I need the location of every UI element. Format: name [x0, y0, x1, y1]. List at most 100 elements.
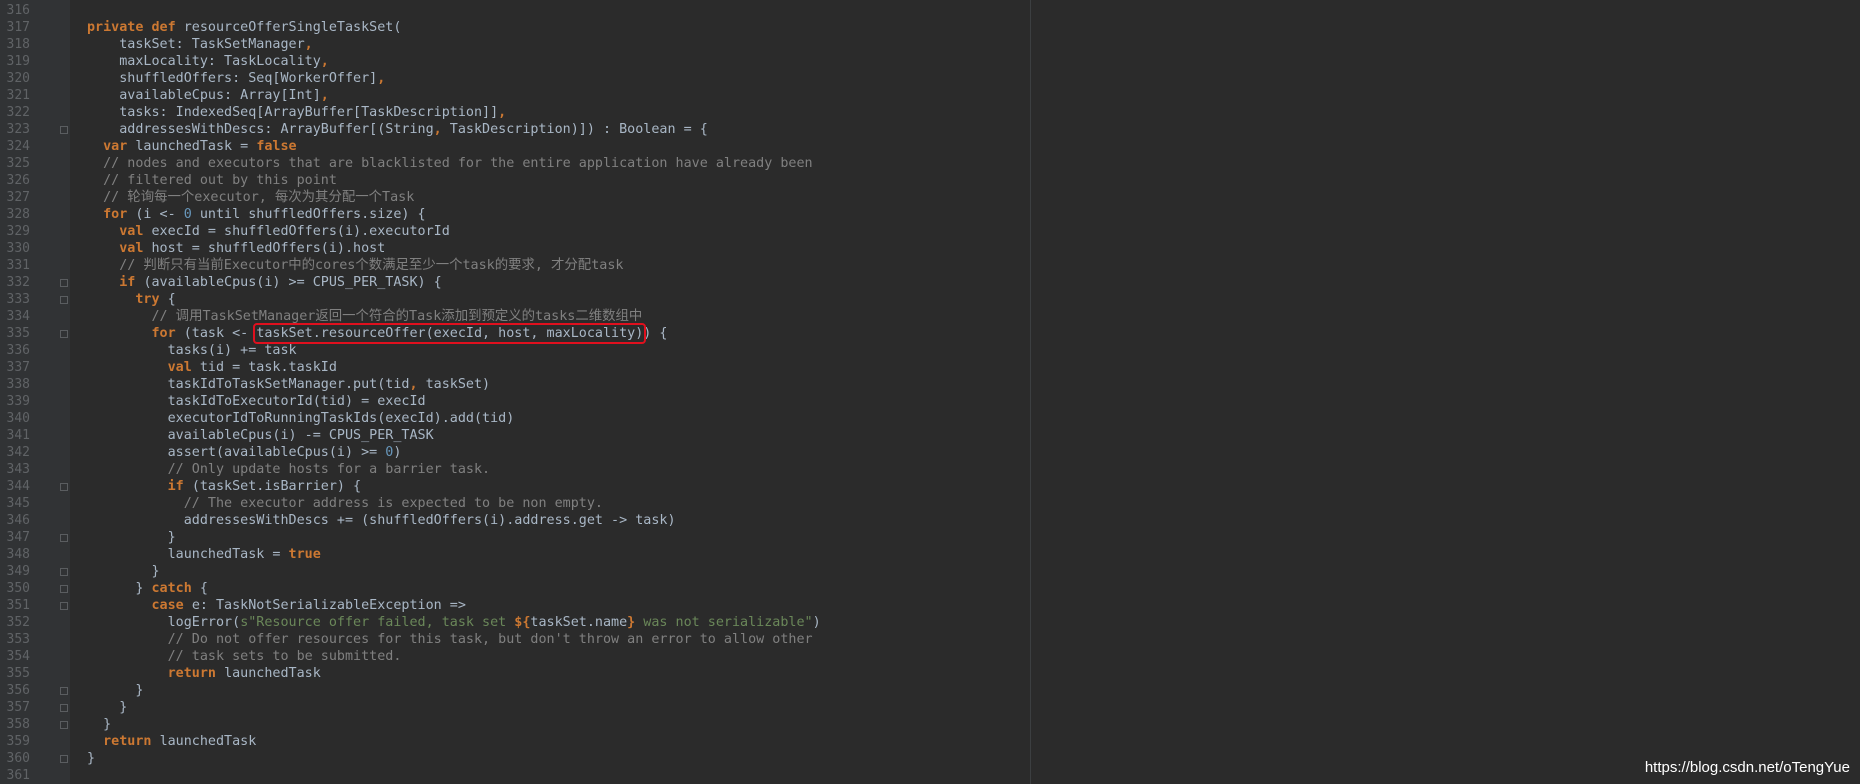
code-line[interactable]: } — [87, 716, 111, 733]
code-line[interactable]: if (taskSet.isBarrier) { — [87, 478, 362, 495]
line-number: 337 — [6, 360, 30, 375]
line-number: 344 — [6, 479, 30, 494]
fold-marker-icon[interactable] — [60, 602, 68, 610]
code-line[interactable]: // 判断只有当前Executor中的cores个数满足至少一个task的要求,… — [87, 257, 623, 274]
code-line[interactable]: availableCpus: Array[Int], — [87, 87, 329, 104]
code-line[interactable]: // Only update hosts for a barrier task. — [87, 461, 490, 478]
code-token: tid = task.taskId — [199, 360, 337, 375]
code-line[interactable]: val tid = task.taskId — [87, 359, 337, 376]
code-line[interactable]: tasks: IndexedSeq[ArrayBuffer[TaskDescri… — [87, 104, 506, 121]
code-token: taskIdToExecutorId(tid) = execId — [87, 394, 426, 409]
fold-marker-icon[interactable] — [60, 126, 68, 134]
fold-marker-icon[interactable] — [60, 585, 68, 593]
fold-marker-icon[interactable] — [60, 568, 68, 576]
code-line[interactable]: val execId = shuffledOffers(i).executorI… — [87, 223, 450, 240]
code-line[interactable]: taskIdToTaskSetManager.put(tid, taskSet) — [87, 376, 491, 393]
fold-marker-icon[interactable] — [60, 330, 68, 338]
code-line[interactable]: for (task <- taskSet.resourceOffer(execI… — [87, 323, 668, 344]
line-number: 324 — [6, 139, 30, 154]
code-line[interactable]: tasks(i) += task — [87, 342, 297, 359]
code-token: // 调用TaskSetManager返回一个符合的Task添加到预定义的tas… — [87, 309, 643, 324]
code-token: ) { — [643, 326, 668, 341]
fold-marker-icon[interactable] — [60, 721, 68, 729]
line-number: 341 — [6, 428, 30, 443]
line-number: 340 — [6, 411, 30, 426]
code-line[interactable]: } — [87, 563, 160, 580]
code-line[interactable]: private def resourceOfferSingleTaskSet( — [87, 19, 401, 36]
code-line[interactable]: } catch { — [87, 580, 208, 597]
fold-marker-icon[interactable] — [60, 704, 68, 712]
code-line[interactable]: // The executor address is expected to b… — [87, 495, 603, 512]
line-number: 333 — [6, 292, 30, 307]
code-line[interactable]: // nodes and executors that are blacklis… — [87, 155, 812, 172]
code-line[interactable]: val host = shuffledOffers(i).host — [87, 240, 385, 257]
code-token: availableCpus(i) -= CPUS_PER_TASK — [87, 428, 434, 443]
code-line[interactable]: availableCpus(i) -= CPUS_PER_TASK — [87, 427, 434, 444]
code-token: taskSet: TaskSetManager — [87, 37, 305, 52]
line-number: 319 — [6, 54, 30, 69]
fold-marker-icon[interactable] — [60, 279, 68, 287]
code-token: } — [87, 751, 96, 766]
code-token: return — [103, 734, 160, 749]
code-token: , — [433, 122, 450, 137]
fold-marker-icon[interactable] — [60, 483, 68, 491]
code-line[interactable]: } — [87, 699, 127, 716]
code-token: // Do not offer resources for this task,… — [87, 632, 813, 647]
code-token: // Only update hosts for a barrier task. — [87, 462, 491, 477]
code-line[interactable]: launchedTask = true — [87, 546, 321, 563]
code-line[interactable]: case e: TaskNotSerializableException => — [87, 597, 466, 614]
line-number: 330 — [6, 241, 30, 256]
line-number: 358 — [6, 717, 30, 732]
code-line[interactable]: executorIdToRunningTaskIds(execId).add(t… — [87, 410, 515, 427]
code-token: shuffledOffers: Seq[WorkerOffer] — [87, 71, 378, 86]
code-token: was not serializable" — [635, 615, 813, 630]
fold-marker-icon[interactable] — [60, 755, 68, 763]
code-line[interactable]: // 轮询每一个executor, 每次为其分配一个Task — [87, 189, 414, 206]
code-token: until shuffledOffers.size) { — [191, 207, 426, 222]
code-line[interactable]: // Do not offer resources for this task,… — [87, 631, 813, 648]
code-line[interactable]: // 调用TaskSetManager返回一个符合的Task添加到预定义的tas… — [87, 308, 642, 325]
code-line[interactable]: // filtered out by this point — [87, 172, 337, 189]
line-number: 316 — [6, 3, 30, 18]
code-line[interactable]: logError(s"Resource offer failed, task s… — [87, 614, 821, 631]
code-token: (taskSet.isBarrier) { — [191, 479, 362, 494]
code-token: , — [304, 37, 313, 52]
line-number: 321 — [6, 88, 30, 103]
code-token: } — [87, 564, 160, 579]
code-line[interactable]: return launchedTask — [87, 665, 321, 682]
code-line[interactable]: // task sets to be submitted. — [87, 648, 402, 665]
code-line[interactable]: if (availableCpus(i) >= CPUS_PER_TASK) { — [87, 274, 441, 291]
code-line[interactable]: var launchedTask = false — [87, 138, 297, 155]
code-token: launchedTask — [224, 666, 321, 681]
code-line[interactable]: try { — [87, 291, 175, 308]
code-line[interactable]: for (i <- 0 until shuffledOffers.size) { — [87, 206, 426, 223]
code-line[interactable]: } — [87, 750, 95, 767]
code-token: false — [256, 139, 297, 154]
code-token: taskSet.name — [530, 615, 628, 630]
code-token: var — [103, 139, 136, 154]
code-line[interactable]: assert(availableCpus(i) >= 0) — [87, 444, 402, 461]
code-line[interactable]: } — [87, 682, 143, 699]
code-line[interactable]: taskSet: TaskSetManager, — [87, 36, 313, 53]
code-token: } — [87, 700, 128, 715]
code-line[interactable]: shuffledOffers: Seq[WorkerOffer], — [87, 70, 385, 87]
code-token: ) — [812, 615, 821, 630]
code-line[interactable]: maxLocality: TaskLocality, — [87, 53, 329, 70]
fold-marker-icon[interactable] — [60, 296, 68, 304]
code-line[interactable]: addressesWithDescs += (shuffledOffers(i)… — [87, 512, 676, 529]
code-token: availableCpus: Array[Int] — [87, 88, 321, 103]
code-token: taskSet) — [425, 377, 491, 392]
fold-marker-icon[interactable] — [60, 687, 68, 695]
code-line[interactable]: } — [87, 529, 176, 546]
code-token: val — [167, 360, 200, 375]
code-token: , — [498, 105, 507, 120]
code-line[interactable]: return launchedTask — [87, 733, 256, 750]
code-editor[interactable]: 316 317 318 319 320 321 322 323 324 325 326 327 328 3… — [0, 0, 1860, 784]
fold-marker-icon[interactable] — [60, 534, 68, 542]
code-line[interactable]: addressesWithDescs: ArrayBuffer[(String,… — [87, 121, 708, 138]
code-line[interactable]: taskIdToExecutorId(tid) = execId — [87, 393, 426, 410]
